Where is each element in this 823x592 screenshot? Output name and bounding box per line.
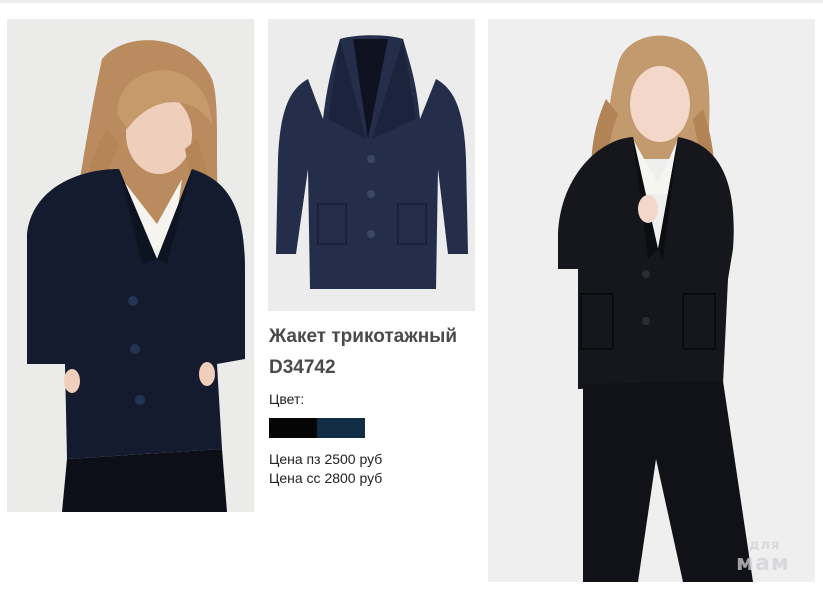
watermark: для мам	[736, 539, 816, 576]
product-info: Жакет трикотажный D34742 Цвет: Цена пз 2…	[269, 325, 479, 488]
price-pz: Цена пз 2500 руб	[269, 451, 383, 467]
model-photo-left	[7, 19, 254, 512]
product-title: Жакет трикотажный	[269, 326, 458, 347]
top-divider	[0, 0, 823, 3]
product-photo-jacket	[268, 19, 475, 311]
watermark-big: мам	[736, 551, 790, 576]
color-swatches	[269, 418, 479, 438]
model-photo-right	[488, 19, 815, 582]
color-swatch-navy[interactable]	[317, 418, 365, 438]
price-ss: Цена сс 2800 руб	[269, 470, 383, 486]
color-label: Цвет:	[269, 391, 305, 407]
product-code: D34742	[269, 357, 336, 378]
color-swatch-black[interactable]	[269, 418, 317, 438]
